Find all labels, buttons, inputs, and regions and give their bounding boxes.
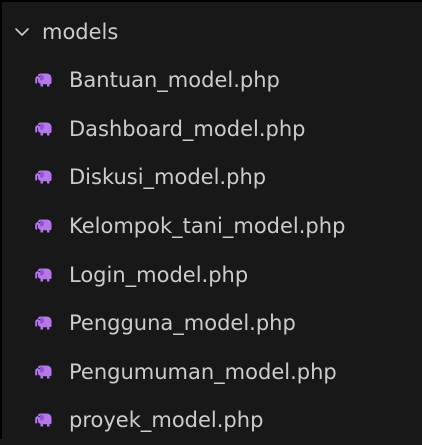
file-item[interactable]: Dashboard_model.php — [2, 105, 422, 154]
folder-models[interactable]: models — [12, 12, 118, 52]
file-item[interactable]: Pengumuman_model.php — [2, 348, 422, 397]
file-label: Pengumuman_model.php — [69, 359, 337, 384]
file-label: Bantuan_model.php — [69, 68, 280, 93]
php-elephant-icon — [35, 122, 52, 136]
file-label: Diskusi_model.php — [69, 165, 267, 190]
file-item[interactable]: proyek_model.php — [2, 396, 422, 445]
php-elephant-icon — [35, 170, 52, 184]
file-item[interactable]: Diskusi_model.php — [2, 153, 422, 202]
file-label: Pengguna_model.php — [69, 311, 296, 336]
file-explorer-panel: models Bantuan_model.php Dashboard_model… — [0, 0, 422, 439]
file-label: Kelompok_tani_model.php — [69, 214, 346, 239]
php-elephant-icon — [35, 268, 52, 282]
php-elephant-icon — [35, 219, 52, 233]
php-elephant-icon — [35, 365, 52, 379]
file-label: Dashboard_model.php — [69, 116, 306, 141]
file-label: Login_model.php — [69, 262, 249, 287]
chevron-down-icon[interactable] — [14, 24, 30, 40]
file-item[interactable]: Bantuan_model.php — [2, 56, 422, 105]
folder-label: models — [42, 20, 119, 44]
file-item[interactable]: Login_model.php — [2, 250, 422, 299]
file-label: proyek_model.php — [69, 408, 264, 433]
file-list: Bantuan_model.php Dashboard_model.php Di… — [2, 56, 422, 445]
php-elephant-icon — [35, 316, 52, 330]
file-item[interactable]: Pengguna_model.php — [2, 299, 422, 348]
file-item[interactable]: Kelompok_tani_model.php — [2, 202, 422, 251]
php-elephant-icon — [35, 73, 52, 87]
php-elephant-icon — [35, 413, 52, 427]
